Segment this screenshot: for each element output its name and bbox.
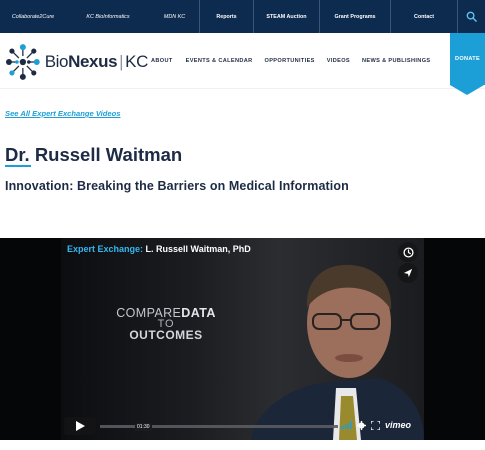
share-button[interactable] xyxy=(398,263,418,283)
logo-kc: KC xyxy=(125,52,148,71)
video-player[interactable]: Expert Exchange: L. Russell Waitman, PhD… xyxy=(0,238,485,440)
clock-icon xyxy=(402,246,414,258)
video-title-prefix: Expert Exchange: xyxy=(67,244,144,254)
nav-item-events-calendar[interactable]: EVENTS & CALENDAR xyxy=(186,58,253,64)
logo-bio: Bio xyxy=(44,52,69,71)
time-display: 01:30 xyxy=(135,423,152,431)
topbar-link-reports[interactable]: Reports xyxy=(199,0,253,33)
play-button[interactable] xyxy=(64,417,96,435)
bionexus-logo[interactable]: BioNexus | KC xyxy=(3,42,148,82)
topbar-link-collaborate2cure[interactable]: Collaborate2Cure xyxy=(0,0,66,33)
topbar-link-contact[interactable]: Contact xyxy=(390,0,457,33)
play-icon xyxy=(75,421,85,431)
send-icon xyxy=(403,268,413,278)
molecule-icon xyxy=(5,44,40,80)
topbar-link-steam-auction[interactable]: STEAM Auction xyxy=(253,0,319,33)
video-frame[interactable]: Expert Exchange: L. Russell Waitman, PhD… xyxy=(61,238,424,440)
video-title: Expert Exchange: L. Russell Waitman, PhD xyxy=(67,244,251,254)
donate-button[interactable]: DONATE xyxy=(450,33,485,95)
search-button[interactable] xyxy=(457,0,485,33)
fullscreen-icon[interactable] xyxy=(371,420,380,430)
video-controls: 01:30 vimeo xyxy=(64,417,420,435)
player-icon-group: vimeo xyxy=(340,420,411,430)
logo-divider: | xyxy=(119,52,124,71)
settings-icon[interactable] xyxy=(357,420,366,430)
top-utility-bar: Collaborate2Cure KC BioInformatics MDN K… xyxy=(0,0,485,33)
title-underline xyxy=(5,165,31,167)
speaker-silhouette xyxy=(251,264,424,440)
nav-item-opportunities[interactable]: OPPORTUNITIES xyxy=(265,58,315,64)
topbar-link-grant-programs[interactable]: Grant Programs xyxy=(319,0,390,33)
logo-wordmark: BioNexus | KC xyxy=(44,52,149,72)
progress-bar[interactable]: 01:30 xyxy=(100,423,338,431)
nav-item-news-publishings[interactable]: NEWS & PUBLISHINGS xyxy=(362,58,430,64)
video-title-name: L. Russell Waitman, PhD xyxy=(143,244,251,254)
donate-label: DONATE xyxy=(454,56,480,62)
search-icon xyxy=(466,11,477,22)
see-all-videos-link[interactable]: See All Expert Exchange Videos xyxy=(5,109,121,118)
topbar-link-mdn-kc[interactable]: MDN KC xyxy=(150,0,199,33)
overlay-outcomes: OUTCOMES xyxy=(129,328,203,342)
main-header: BioNexus | KC ABOUT EVENTS & CALENDAR OPPO… xyxy=(0,33,485,89)
main-nav: ABOUT EVENTS & CALENDAR OPPORTUNITIES VI… xyxy=(151,58,430,64)
nav-item-videos[interactable]: VIDEOS xyxy=(327,58,350,64)
page-subtitle: Innovation: Breaking the Barriers on Med… xyxy=(5,179,349,193)
video-overlay-text: COMPAREDATA TO OUTCOMES xyxy=(104,306,228,341)
page-title: Dr. Russell Waitman xyxy=(5,144,183,165)
logo-nexus: Nexus xyxy=(68,52,118,71)
nav-item-about[interactable]: ABOUT xyxy=(151,58,173,64)
volume-icon[interactable] xyxy=(340,421,352,429)
overlay-data: DATA xyxy=(181,306,216,320)
topbar-link-kc-bioinformatics[interactable]: KC BioInformatics xyxy=(66,0,150,33)
watch-later-button[interactable] xyxy=(398,242,418,262)
vimeo-logo[interactable]: vimeo xyxy=(385,420,411,430)
